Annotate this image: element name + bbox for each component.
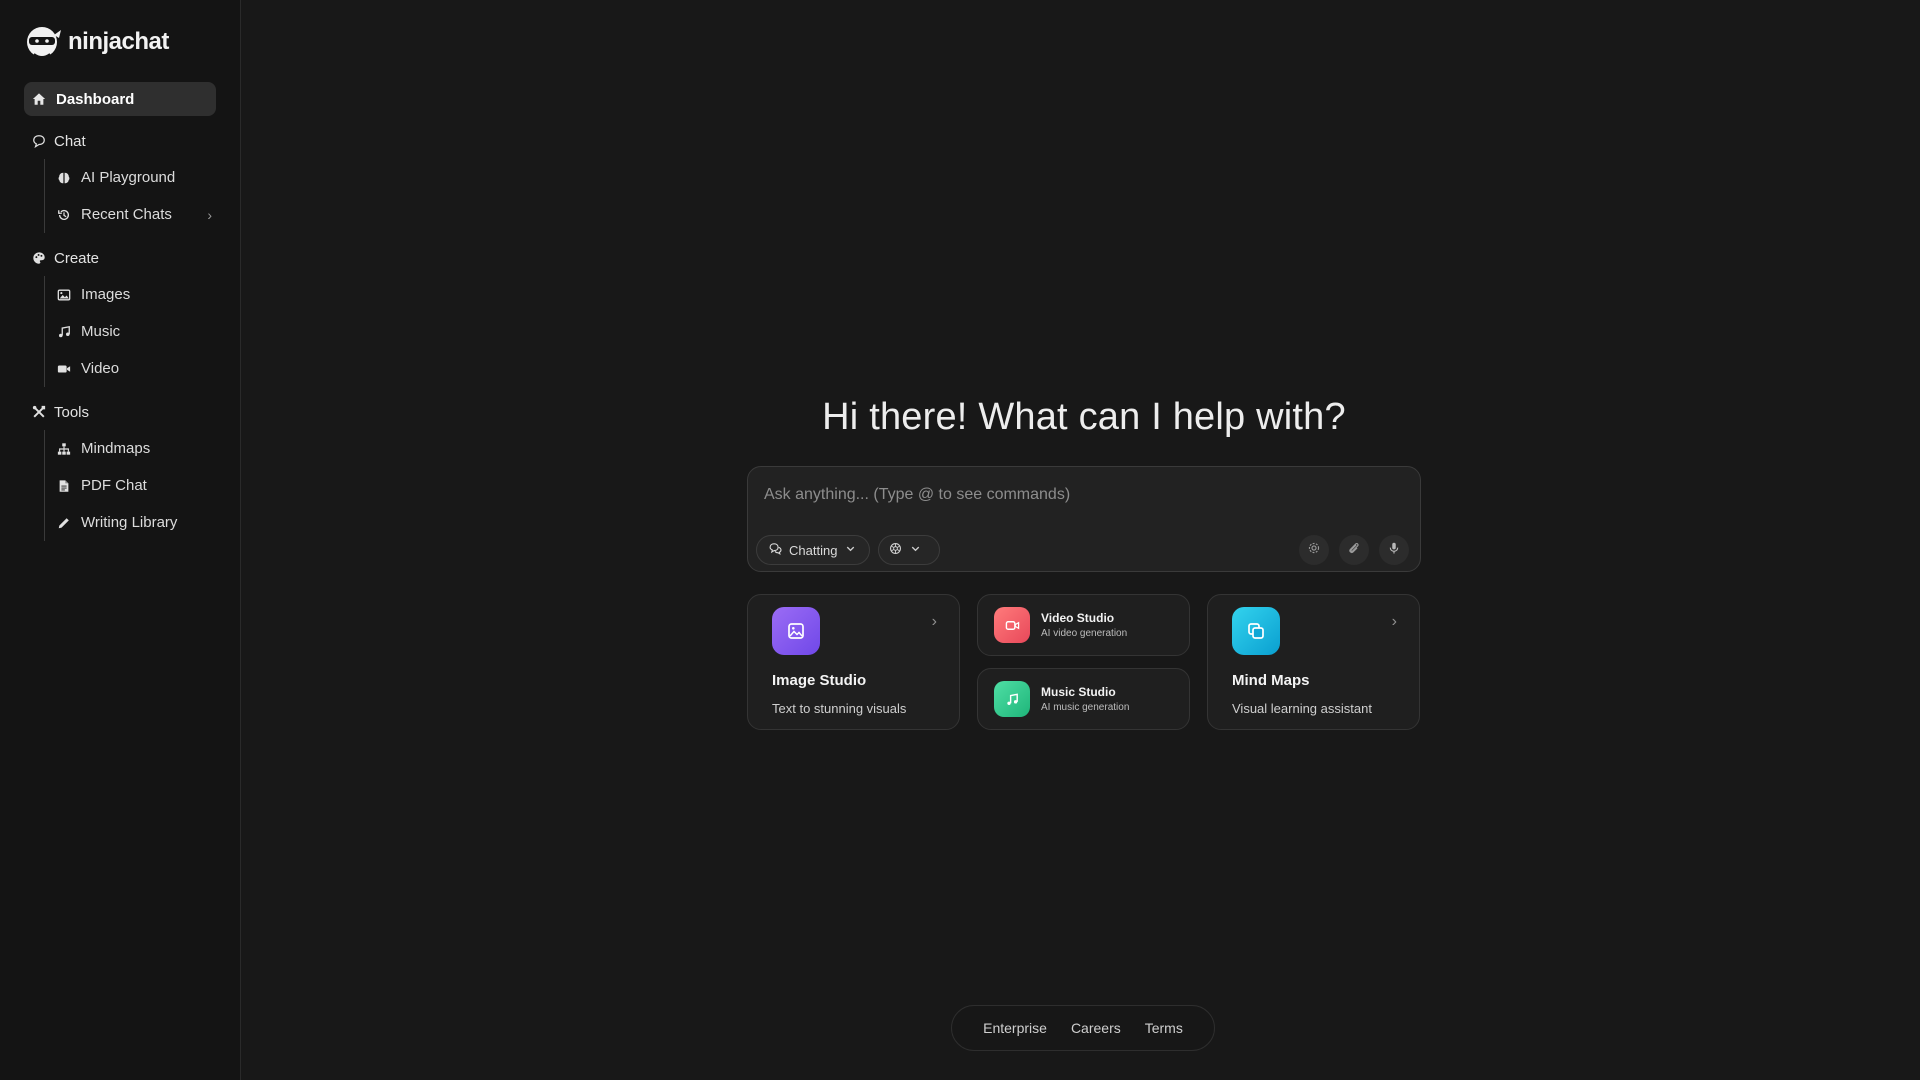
card-text: Music Studio AI music generation <box>1041 685 1129 713</box>
brain-icon <box>57 171 71 185</box>
sidebar-item-label: PDF Chat <box>81 477 147 494</box>
card-title: Mind Maps <box>1232 672 1310 689</box>
brand-name: ninjachat <box>68 28 169 55</box>
greeting-title: Hi there! What can I help with? <box>822 396 1346 438</box>
sidebar-item-mindmaps[interactable]: Mindmaps <box>57 430 216 467</box>
chat-composer: Chatting <box>747 466 1421 572</box>
history-icon <box>57 208 71 222</box>
video-studio-card[interactable]: Video Studio AI video generation <box>977 594 1190 656</box>
sidebar-item-label: Images <box>81 286 131 303</box>
image-studio-icon <box>772 607 820 655</box>
footer-link-enterprise[interactable]: Enterprise <box>983 1020 1047 1036</box>
mind-maps-card[interactable]: › Mind Maps Visual learning assistant <box>1207 594 1420 730</box>
attach-button[interactable] <box>1339 535 1369 565</box>
brand[interactable]: ninjachat <box>24 20 216 64</box>
video-studio-icon <box>994 607 1030 643</box>
card-title: Music Studio <box>1041 685 1116 699</box>
footer-links: Enterprise Careers Terms <box>951 1005 1215 1051</box>
voice-input-button[interactable] <box>1379 535 1409 565</box>
sidebar-item-label: Dashboard <box>56 90 135 108</box>
main-content: Hi there! What can I help with? Chatting <box>241 0 1920 1080</box>
card-text: Video Studio AI video generation <box>1041 611 1127 639</box>
chevron-right-icon[interactable]: › <box>207 207 212 223</box>
card-subtitle: AI music generation <box>1041 702 1130 713</box>
sidebar-item-label: Music <box>81 323 121 340</box>
settings-button[interactable] <box>1299 535 1329 565</box>
ninja-icon <box>24 22 62 62</box>
chevron-right-icon: › <box>931 613 937 630</box>
sidebar-item-label: AI Playground <box>81 169 176 186</box>
sidebar: ninjachat Dashboard Chat AI Playground R… <box>0 0 241 1080</box>
card-subtitle: AI video generation <box>1041 628 1128 639</box>
section-label: Create <box>54 249 100 267</box>
sidebar-item-video[interactable]: Video <box>57 350 216 387</box>
sidebar-item-music[interactable]: Music <box>57 313 216 350</box>
sidebar-item-ai-playground[interactable]: AI Playground <box>57 159 216 196</box>
sidebar-item-label: Mindmaps <box>81 440 151 457</box>
model-selector[interactable] <box>878 535 940 565</box>
sidebar-item-writing-library[interactable]: Writing Library <box>57 504 216 541</box>
image-studio-card[interactable]: › Image Studio Text to stunning visuals <box>747 594 960 730</box>
section-label: Chat <box>54 132 86 150</box>
chat-sub-list: AI Playground Recent Chats › <box>44 159 216 233</box>
sidebar-item-tools[interactable]: Tools <box>24 394 216 430</box>
app-root: ninjachat Dashboard Chat AI Playground R… <box>0 0 1920 1080</box>
section-label: Tools <box>54 403 90 421</box>
footer-link-careers[interactable]: Careers <box>1071 1020 1121 1036</box>
sitemap-icon <box>57 442 71 456</box>
pencil-icon <box>57 516 71 530</box>
microphone-icon <box>1387 541 1401 560</box>
card-title: Video Studio <box>1041 611 1115 625</box>
home-icon <box>32 92 46 106</box>
video-camera-icon <box>57 362 71 376</box>
card-title: Image Studio <box>772 672 867 689</box>
paperclip-icon <box>1347 541 1361 560</box>
chevron-right-icon: › <box>1391 613 1397 630</box>
sidebar-item-create[interactable]: Create <box>24 240 216 276</box>
nav-section-tools: Tools Mindmaps PDF Chat Writing Library <box>24 394 216 541</box>
tools-sub-list: Mindmaps PDF Chat Writing Library <box>44 430 216 541</box>
card-subtitle: Text to stunning visuals <box>772 701 907 716</box>
chevron-down-icon <box>844 542 857 558</box>
sidebar-item-images[interactable]: Images <box>57 276 216 313</box>
create-sub-list: Images Music Video <box>44 276 216 387</box>
file-icon <box>57 479 71 493</box>
music-studio-card[interactable]: Music Studio AI music generation <box>977 668 1190 730</box>
image-icon <box>57 288 71 302</box>
footer-link-terms[interactable]: Terms <box>1145 1020 1183 1036</box>
chat-bubble-icon <box>32 134 46 148</box>
sidebar-item-chat[interactable]: Chat <box>24 123 216 159</box>
sidebar-item-recent-chats[interactable]: Recent Chats › <box>57 196 216 233</box>
chat-bubbles-icon <box>769 542 782 558</box>
sidebar-item-label: Recent Chats <box>81 206 172 223</box>
gear-icon <box>1307 541 1321 560</box>
sidebar-item-pdf-chat[interactable]: PDF Chat <box>57 467 216 504</box>
sidebar-item-label: Writing Library <box>81 514 178 531</box>
openai-icon <box>889 542 902 558</box>
chevron-down-icon <box>909 542 922 558</box>
palette-icon <box>32 251 46 265</box>
sidebar-item-dashboard[interactable]: Dashboard <box>24 82 216 116</box>
tools-icon <box>32 405 46 419</box>
mode-label: Chatting <box>789 542 838 558</box>
nav-section-create: Create Images Music Video <box>24 240 216 387</box>
sidebar-item-label: Video <box>81 360 120 377</box>
card-subtitle: Visual learning assistant <box>1232 701 1372 716</box>
music-studio-icon <box>994 681 1030 717</box>
mode-selector[interactable]: Chatting <box>756 535 870 565</box>
nav-section-chat: Chat AI Playground Recent Chats › <box>24 123 216 233</box>
mind-maps-icon <box>1232 607 1280 655</box>
music-note-icon <box>57 325 71 339</box>
chat-input[interactable] <box>764 483 1384 507</box>
